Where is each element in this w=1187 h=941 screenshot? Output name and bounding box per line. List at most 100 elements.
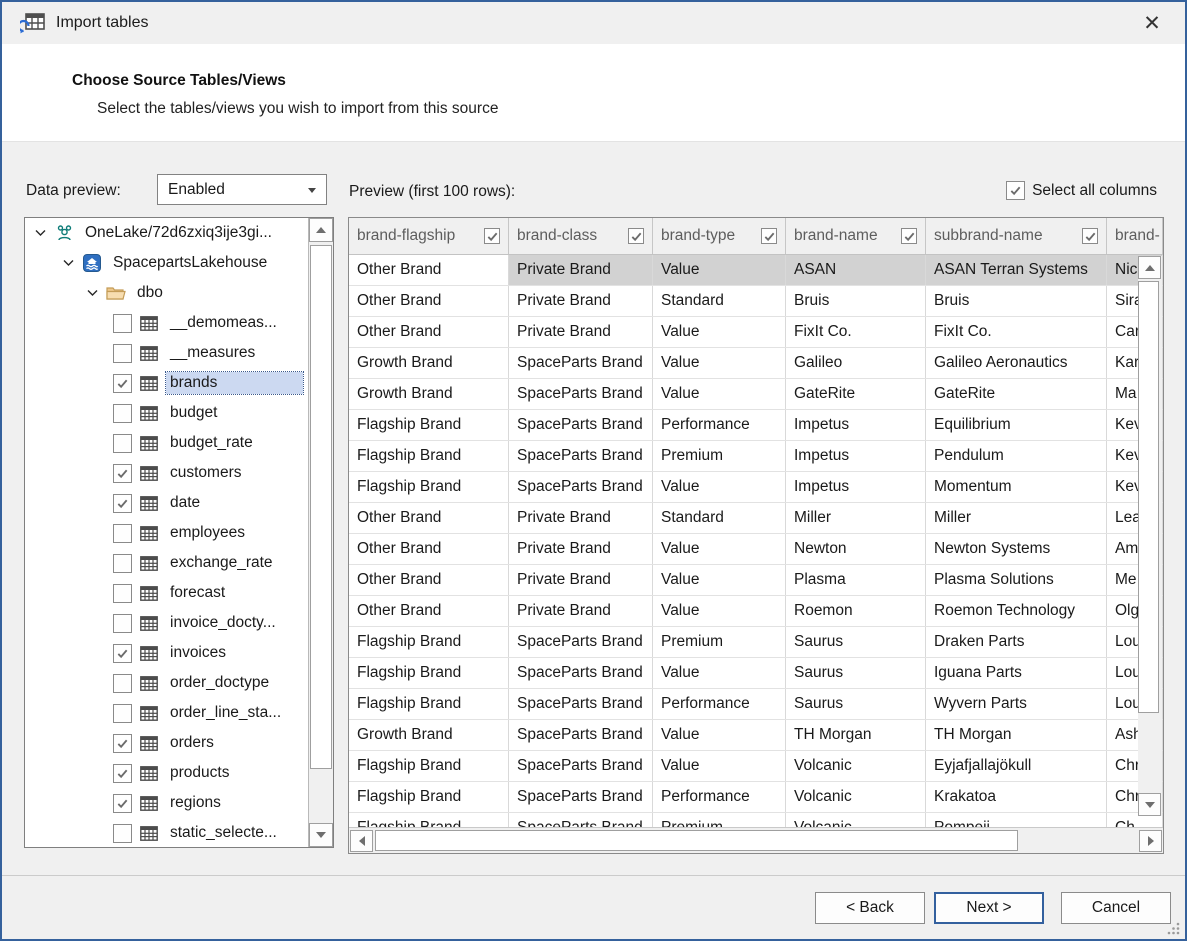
table-row[interactable]: Flagship BrandSpaceParts BrandValueVolca… bbox=[349, 751, 1163, 782]
tree-item-dbo[interactable]: dbo bbox=[25, 278, 307, 308]
select-all-checkbox[interactable] bbox=[1006, 181, 1025, 200]
table-cell[interactable]: SpaceParts Brand bbox=[509, 348, 653, 378]
table-row[interactable]: Growth BrandSpaceParts BrandValueTH Morg… bbox=[349, 720, 1163, 751]
column-header-brand-type[interactable]: brand-type bbox=[653, 218, 786, 254]
table-cell[interactable]: Growth Brand bbox=[349, 348, 509, 378]
table-cell[interactable]: Newton Systems bbox=[926, 534, 1107, 564]
data-preview-dropdown[interactable]: Enabled bbox=[157, 174, 327, 205]
table-cell[interactable]: Miller bbox=[786, 503, 926, 533]
table-cell[interactable]: GateRite bbox=[786, 379, 926, 409]
table-row[interactable]: Flagship BrandSpaceParts BrandPerformanc… bbox=[349, 410, 1163, 441]
tree-item-checkbox[interactable] bbox=[113, 614, 132, 633]
tree-item-checkbox[interactable] bbox=[113, 734, 132, 753]
tree-vertical-scrollbar[interactable] bbox=[308, 218, 333, 847]
chevron-down-icon[interactable] bbox=[87, 289, 99, 297]
table-cell[interactable]: FixIt Co. bbox=[786, 317, 926, 347]
table-cell[interactable]: SpaceParts Brand bbox=[509, 627, 653, 657]
table-cell[interactable]: ASAN Terran Systems bbox=[926, 255, 1107, 285]
table-cell[interactable]: Bruis bbox=[926, 286, 1107, 316]
column-header-brand[interactable]: brand- bbox=[1107, 218, 1163, 254]
table-cell[interactable]: Bruis bbox=[786, 286, 926, 316]
table-cell[interactable]: Other Brand bbox=[349, 286, 509, 316]
scroll-up-button[interactable] bbox=[1138, 256, 1161, 279]
table-cell[interactable]: SpaceParts Brand bbox=[509, 410, 653, 440]
chevron-down-icon[interactable] bbox=[63, 259, 75, 267]
table-cell[interactable]: GateRite bbox=[926, 379, 1107, 409]
tree-item-customers[interactable]: customers bbox=[25, 458, 307, 488]
tree-item-measures[interactable]: __measures bbox=[25, 338, 307, 368]
table-cell[interactable]: Impetus bbox=[786, 472, 926, 502]
table-cell[interactable]: SpaceParts Brand bbox=[509, 751, 653, 781]
table-cell[interactable]: Flagship Brand bbox=[349, 689, 509, 719]
table-cell[interactable]: Standard bbox=[653, 503, 786, 533]
table-cell[interactable]: Draken Parts bbox=[926, 627, 1107, 657]
tree-item-checkbox[interactable] bbox=[113, 554, 132, 573]
tree-item-demomeas[interactable]: __demomeas... bbox=[25, 308, 307, 338]
table-row[interactable]: Flagship BrandSpaceParts BrandPremiumImp… bbox=[349, 441, 1163, 472]
table-row[interactable]: Other BrandPrivate BrandValueNewtonNewto… bbox=[349, 534, 1163, 565]
table-cell[interactable]: Galileo bbox=[786, 348, 926, 378]
tree-item-employees[interactable]: employees bbox=[25, 518, 307, 548]
table-cell[interactable]: Private Brand bbox=[509, 286, 653, 316]
tree-item-checkbox[interactable] bbox=[113, 704, 132, 723]
table-cell[interactable]: Private Brand bbox=[509, 317, 653, 347]
tree-item-checkbox[interactable] bbox=[113, 674, 132, 693]
tree-item-onelake-72d6zxiq3ije3gi[interactable]: OneLake/72d6zxiq3ije3gi... bbox=[25, 218, 307, 248]
scroll-up-button[interactable] bbox=[309, 218, 333, 242]
table-cell[interactable]: Premium bbox=[653, 441, 786, 471]
table-cell[interactable]: Roemon Technology bbox=[926, 596, 1107, 626]
table-cell[interactable]: Roemon bbox=[786, 596, 926, 626]
tree-item-budget-rate[interactable]: budget_rate bbox=[25, 428, 307, 458]
table-cell[interactable]: SpaceParts Brand bbox=[509, 472, 653, 502]
table-cell[interactable]: Other Brand bbox=[349, 565, 509, 595]
table-cell[interactable]: TH Morgan bbox=[926, 720, 1107, 750]
tree-item-checkbox[interactable] bbox=[113, 644, 132, 663]
table-row[interactable]: Other BrandPrivate BrandStandardBruisBru… bbox=[349, 286, 1163, 317]
tree-item-date[interactable]: date bbox=[25, 488, 307, 518]
column-checkbox[interactable] bbox=[901, 228, 917, 244]
table-cell[interactable]: ASAN bbox=[786, 255, 926, 285]
table-cell[interactable]: Value bbox=[653, 255, 786, 285]
table-cell[interactable]: Other Brand bbox=[349, 534, 509, 564]
cancel-button[interactable]: Cancel bbox=[1061, 892, 1171, 924]
tree-item-checkbox[interactable] bbox=[113, 344, 132, 363]
table-cell[interactable]: Other Brand bbox=[349, 317, 509, 347]
table-cell[interactable]: Value bbox=[653, 348, 786, 378]
table-cell[interactable]: FixIt Co. bbox=[926, 317, 1107, 347]
tree-item-checkbox[interactable] bbox=[113, 494, 132, 513]
grid-vertical-scrollbar[interactable] bbox=[1138, 256, 1162, 816]
table-cell[interactable]: Value bbox=[653, 658, 786, 688]
table-row[interactable]: Flagship BrandSpaceParts BrandPremiumSau… bbox=[349, 627, 1163, 658]
tree-item-checkbox[interactable] bbox=[113, 794, 132, 813]
tree-item-checkbox[interactable] bbox=[113, 374, 132, 393]
table-cell[interactable]: Flagship Brand bbox=[349, 410, 509, 440]
table-cell[interactable]: Other Brand bbox=[349, 596, 509, 626]
table-row[interactable]: Flagship BrandSpaceParts BrandValueImpet… bbox=[349, 472, 1163, 503]
table-cell[interactable]: Value bbox=[653, 565, 786, 595]
grid-vscrollbar-thumb[interactable] bbox=[1138, 281, 1159, 713]
table-cell[interactable]: Plasma Solutions bbox=[926, 565, 1107, 595]
tree-item-checkbox[interactable] bbox=[113, 434, 132, 453]
table-cell[interactable]: Impetus bbox=[786, 410, 926, 440]
select-all-columns[interactable]: Select all columns bbox=[1006, 181, 1157, 200]
table-cell[interactable]: Momentum bbox=[926, 472, 1107, 502]
table-row[interactable]: Growth BrandSpaceParts BrandValueGalileo… bbox=[349, 348, 1163, 379]
scroll-down-button[interactable] bbox=[1138, 793, 1161, 816]
table-cell[interactable]: Newton bbox=[786, 534, 926, 564]
table-cell[interactable]: Value bbox=[653, 720, 786, 750]
tree-item-static-selecte[interactable]: static_selecte... bbox=[25, 818, 307, 847]
scroll-left-button[interactable] bbox=[350, 830, 373, 852]
table-cell[interactable]: Volcanic bbox=[786, 782, 926, 812]
tree-item-regions[interactable]: regions bbox=[25, 788, 307, 818]
tree-item-checkbox[interactable] bbox=[113, 764, 132, 783]
scroll-down-button[interactable] bbox=[309, 823, 333, 847]
table-cell[interactable]: Saurus bbox=[786, 658, 926, 688]
tree-item-checkbox[interactable] bbox=[113, 314, 132, 333]
column-checkbox[interactable] bbox=[1082, 228, 1098, 244]
column-header-subbrand-name[interactable]: subbrand-name bbox=[926, 218, 1107, 254]
table-cell[interactable]: Saurus bbox=[786, 689, 926, 719]
tree-item-checkbox[interactable] bbox=[113, 584, 132, 603]
table-cell[interactable]: Flagship Brand bbox=[349, 751, 509, 781]
next-button[interactable]: Next > bbox=[934, 892, 1044, 924]
table-cell[interactable]: Pendulum bbox=[926, 441, 1107, 471]
